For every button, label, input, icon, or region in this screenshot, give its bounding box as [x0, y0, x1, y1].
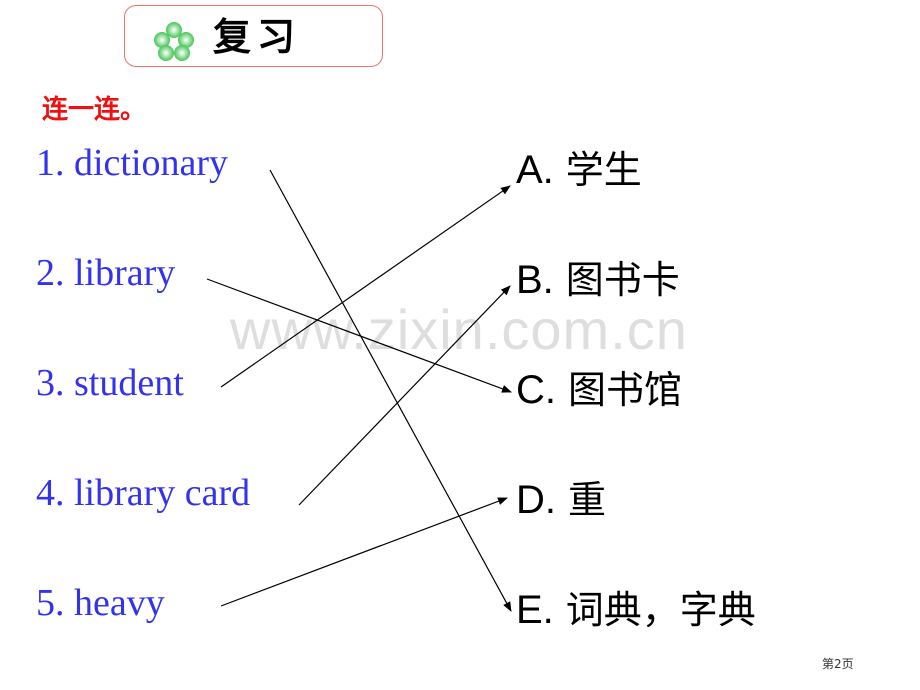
section-title-box: 复习	[124, 5, 383, 67]
chinese-option-d: D. 重	[516, 477, 606, 523]
english-word-3: 3. student	[36, 362, 184, 404]
chinese-option-b: B. 图书卡	[516, 257, 680, 303]
instruction-text: 连一连。	[42, 95, 147, 125]
match-line-1-e	[269, 169, 512, 612]
match-line-5-d	[220, 497, 508, 607]
chinese-option-c: C. 图书馆	[516, 367, 682, 413]
option-letter: D.	[516, 478, 556, 522]
clover-icon	[154, 22, 194, 61]
english-word-5: 5. heavy	[36, 582, 165, 624]
option-letter: E.	[516, 588, 554, 632]
watermark: www.zixin.com.cn	[230, 298, 688, 361]
option-letter: A.	[516, 148, 554, 192]
option-text: 图书馆	[568, 368, 683, 412]
option-text: 重	[568, 478, 607, 522]
english-word-4: 4. library card	[36, 472, 251, 514]
chinese-option-a: A. 学生	[516, 147, 642, 193]
option-text: 图书卡	[565, 258, 680, 302]
english-word-2: 2. library	[36, 252, 176, 294]
option-letter: B.	[516, 258, 554, 302]
page-number: 第2页	[822, 657, 854, 671]
section-title: 复习	[213, 14, 302, 59]
option-letter: C.	[516, 368, 556, 412]
option-text: 词典，字典	[565, 588, 756, 632]
chinese-option-e: E. 词典，字典	[516, 587, 756, 633]
english-word-1: 1. dictionary	[36, 142, 229, 184]
option-text: 学生	[565, 148, 642, 192]
